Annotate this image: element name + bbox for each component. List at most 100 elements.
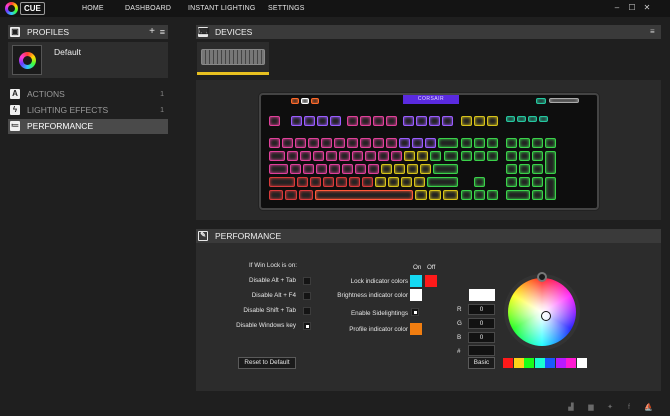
keyboard-preview: CORSAIR xyxy=(259,93,599,210)
nav-instant-lighting[interactable]: INSTANT LIGHTING xyxy=(188,0,256,17)
color-wheel[interactable] xyxy=(504,272,580,350)
keyboard-key xyxy=(300,151,311,161)
blue-input[interactable]: 0 xyxy=(468,332,495,343)
keyboard-key xyxy=(339,151,350,161)
keyboard-key xyxy=(444,151,458,161)
hex-input[interactable] xyxy=(468,345,495,356)
red-input[interactable]: 0 xyxy=(468,304,495,315)
basic-button[interactable]: Basic xyxy=(468,357,495,369)
keyboard-key xyxy=(282,138,293,148)
palette-swatch[interactable] xyxy=(524,358,534,368)
disable-windows-key-checkbox[interactable] xyxy=(303,322,311,330)
keyboard-icon: ⌨ xyxy=(198,27,210,37)
chat-icon[interactable]: ▆ xyxy=(587,404,595,412)
maximize-button[interactable]: ☐ xyxy=(627,3,637,13)
brightness-knob[interactable] xyxy=(537,272,547,282)
add-profile-button[interactable]: + xyxy=(149,25,155,38)
lock-off-color-swatch[interactable] xyxy=(425,275,437,287)
keyboard-key xyxy=(425,138,436,148)
disable-alt-tab-checkbox[interactable] xyxy=(303,277,311,285)
close-button[interactable]: ✕ xyxy=(642,3,652,13)
palette-swatch[interactable] xyxy=(576,358,587,368)
keyboard-key xyxy=(365,151,376,161)
sidebar-item-label: LIGHTING EFFECTS xyxy=(27,105,109,115)
palette-swatch[interactable] xyxy=(513,358,524,368)
facebook-icon[interactable]: f xyxy=(625,404,633,412)
disable-alt-f4-checkbox[interactable] xyxy=(303,292,311,300)
palette-swatch[interactable] xyxy=(555,358,566,368)
keyboard-key xyxy=(474,190,485,200)
keyboard-key xyxy=(386,116,397,126)
lightning-icon: ϟ xyxy=(10,105,20,115)
app-logo[interactable]: CUE xyxy=(5,2,53,15)
r-label: R xyxy=(457,306,462,313)
twitter-icon[interactable]: ✦ xyxy=(606,404,614,412)
keyboard-key xyxy=(532,138,543,148)
disable-shift-tab-checkbox[interactable] xyxy=(303,307,311,315)
hex-label: # xyxy=(457,348,461,355)
reset-to-default-button[interactable]: Reset to Default xyxy=(238,357,296,369)
sidebar-item-count: 1 xyxy=(160,91,164,98)
off-label: Off xyxy=(427,264,436,271)
cue-ring-icon xyxy=(19,52,36,69)
device-tab-keyboard[interactable] xyxy=(197,42,269,75)
keyboard-key xyxy=(290,164,301,174)
color-wheel-target[interactable] xyxy=(541,311,551,321)
keyboard-key xyxy=(420,164,431,174)
keyboard-key xyxy=(433,164,458,174)
sidebar-item-performance[interactable]: ≔ PERFORMANCE xyxy=(8,119,168,134)
signal-icon[interactable]: ▟ xyxy=(567,404,575,412)
brightness-color-swatch[interactable] xyxy=(410,289,422,301)
keyboard-key xyxy=(297,177,308,187)
palette-swatch[interactable] xyxy=(545,358,555,368)
enable-sidelighting-checkbox[interactable] xyxy=(411,308,419,316)
color-preview xyxy=(469,289,495,301)
keyboard-key xyxy=(442,116,453,126)
lock-on-color-swatch[interactable] xyxy=(410,275,422,287)
keyboard-key xyxy=(517,116,526,122)
keyboard-key xyxy=(285,190,297,200)
keyboard-key xyxy=(545,138,556,148)
keyboard-key xyxy=(404,151,415,161)
nav-home[interactable]: HOME xyxy=(82,0,104,17)
keyboard-key xyxy=(352,151,363,161)
keyboard-key xyxy=(321,138,332,148)
keyboard-key xyxy=(429,190,441,200)
keyboard-key xyxy=(474,151,485,161)
nav-dashboard[interactable]: DASHBOARD xyxy=(125,0,171,17)
keyboard-key xyxy=(391,151,402,161)
keyboard-key xyxy=(532,177,543,187)
minimize-button[interactable]: – xyxy=(612,3,622,13)
color-wheel-hue[interactable] xyxy=(508,278,576,346)
performance-icon: ≔ xyxy=(10,121,20,131)
sidebar-item-actions[interactable]: A ACTIONS 1 xyxy=(8,87,168,102)
profile-name: Default xyxy=(54,47,81,57)
keyboard-key xyxy=(360,116,371,126)
palette-swatch[interactable] xyxy=(534,358,545,368)
keyboard-key xyxy=(506,151,517,161)
palette-swatch[interactable] xyxy=(503,358,513,368)
keyboard-key xyxy=(291,116,302,126)
keyboard-key xyxy=(362,177,373,187)
profile-color-swatch[interactable] xyxy=(410,323,422,335)
profiles-menu-icon[interactable]: ≡ xyxy=(160,25,165,39)
palette-swatch[interactable] xyxy=(566,358,576,368)
corsair-icon[interactable]: ⛵ xyxy=(644,404,653,412)
nav-settings[interactable]: SETTINGS xyxy=(268,0,305,17)
devices-menu-icon[interactable]: ≡ xyxy=(650,28,657,36)
keyboard-key xyxy=(386,138,397,148)
option-label: Disable Alt + F4 xyxy=(251,292,296,299)
option-label: Disable Windows key xyxy=(236,322,296,329)
green-input[interactable]: 0 xyxy=(468,318,495,329)
sidebar-item-lighting-effects[interactable]: ϟ LIGHTING EFFECTS 1 xyxy=(8,103,168,118)
keyboard-key xyxy=(532,164,543,174)
keyboard-key xyxy=(330,116,341,126)
keyboard-key xyxy=(303,164,314,174)
keyboard-key xyxy=(415,190,427,200)
profile-item-default[interactable]: Default xyxy=(8,42,168,78)
keyboard-key xyxy=(443,190,458,200)
keyboard-key xyxy=(532,151,543,161)
sidebar-item-label: PERFORMANCE xyxy=(27,121,94,131)
keyboard-key xyxy=(323,177,334,187)
keyboard-key xyxy=(317,116,328,126)
